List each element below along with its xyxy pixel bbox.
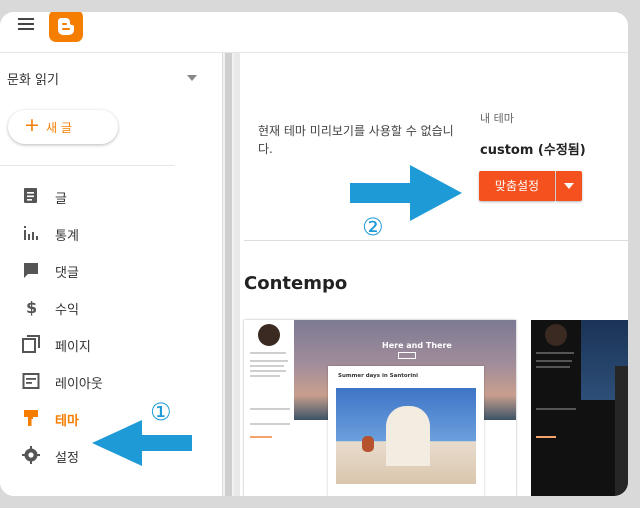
thumbnail-hero-title: Here and There [382, 341, 452, 350]
svg-text:$: $ [26, 298, 37, 316]
blog-selector[interactable]: 문화 읽기 [7, 69, 197, 89]
placeholder-line [250, 370, 286, 372]
sidebar-item-label: 레이아웃 [55, 377, 103, 392]
menu-icon[interactable] [18, 18, 34, 32]
theme-thumbnail-contempo-dark[interactable] [531, 320, 628, 496]
thumbnail-post-card: Summer days in Santorini [328, 366, 484, 496]
gear-icon [22, 446, 40, 464]
placeholder-line [250, 375, 280, 377]
thumbnail-sidebar [244, 320, 294, 496]
chevron-down-icon [187, 75, 197, 81]
thumbnail-post-title: Summer days in Santorini [338, 373, 419, 379]
pages-icon [22, 335, 40, 353]
sidebar-item-stats[interactable]: 통계 [0, 220, 222, 257]
my-theme-label: 내 테마 [480, 112, 514, 125]
customize-dropdown-button[interactable] [556, 171, 582, 201]
theme-thumbnail-contempo-light[interactable]: Here and There Summer days in Santorini [244, 320, 516, 496]
sidebar-item-label: 글 [55, 192, 67, 207]
avatar [258, 324, 280, 346]
placeholder-line [250, 408, 290, 410]
sidebar-divider [0, 165, 175, 166]
sidebar-item-label: 통계 [55, 229, 79, 244]
placeholder-line [536, 360, 572, 362]
sidebar-item-pages[interactable]: 페이지 [0, 331, 222, 368]
placeholder-line [250, 360, 288, 362]
sidebar-item-layout[interactable]: 레이아웃 [0, 368, 222, 405]
blog-name: 문화 읽기 [7, 73, 59, 88]
sidebar-item-label: 댓글 [55, 266, 79, 281]
posts-icon [24, 188, 37, 203]
customize-button[interactable]: 맞춤설정 [479, 171, 555, 201]
section-divider [244, 240, 628, 241]
annotation-number-1: ① [150, 398, 172, 426]
chevron-down-icon [564, 183, 574, 189]
photo-tower-shape [386, 406, 430, 466]
new-post-label: 새 글 [46, 121, 72, 135]
placeholder-line [536, 408, 576, 410]
thumbnail-post-card [615, 366, 628, 496]
photo-urn-shape [362, 436, 374, 452]
sidebar-item-label: 페이지 [55, 340, 91, 355]
blogger-logo-icon[interactable] [49, 12, 83, 42]
sidebar-item-label: 수익 [55, 303, 79, 318]
preview-unavailable-message: 현재 테마 미리보기를 사용할 수 없습니다. [258, 124, 454, 156]
placeholder-line [250, 423, 290, 425]
top-app-bar [0, 12, 628, 53]
earnings-icon: $ [26, 298, 37, 316]
annotation-number-2: ② [362, 213, 384, 241]
current-theme-name: custom (수정됨) [480, 143, 586, 158]
placeholder-line [250, 352, 286, 354]
stats-icon [24, 226, 38, 240]
sidebar-item-label: 테마 [55, 414, 79, 429]
thumbnail-post-photo [336, 388, 476, 484]
theme-icon [24, 410, 38, 426]
sidebar-item-label: 설정 [55, 451, 79, 466]
comments-icon [24, 263, 38, 278]
placeholder-line [250, 365, 284, 367]
placeholder-line [536, 352, 574, 354]
sidebar-item-earnings[interactable]: $ 수익 [0, 294, 222, 331]
theme-main-panel: 현재 테마 미리보기를 사용할 수 없습니다. 내 테마 custom (수정됨… [240, 53, 628, 496]
sidebar-item-posts[interactable]: 글 [0, 183, 222, 220]
placeholder-line [250, 436, 272, 438]
plus-icon: + [24, 114, 40, 136]
theme-family-title: Contempo [244, 273, 348, 294]
thumbnail-hero-button [398, 352, 416, 359]
new-post-button[interactable]: + 새 글 [8, 110, 118, 144]
annotation-arrow-1 [92, 420, 192, 466]
avatar [545, 324, 567, 346]
placeholder-line [536, 366, 570, 368]
sidebar-item-comments[interactable]: 댓글 [0, 257, 222, 294]
layout-icon [22, 373, 40, 389]
scrollbar-thumb[interactable] [225, 53, 232, 496]
placeholder-line [536, 436, 556, 438]
